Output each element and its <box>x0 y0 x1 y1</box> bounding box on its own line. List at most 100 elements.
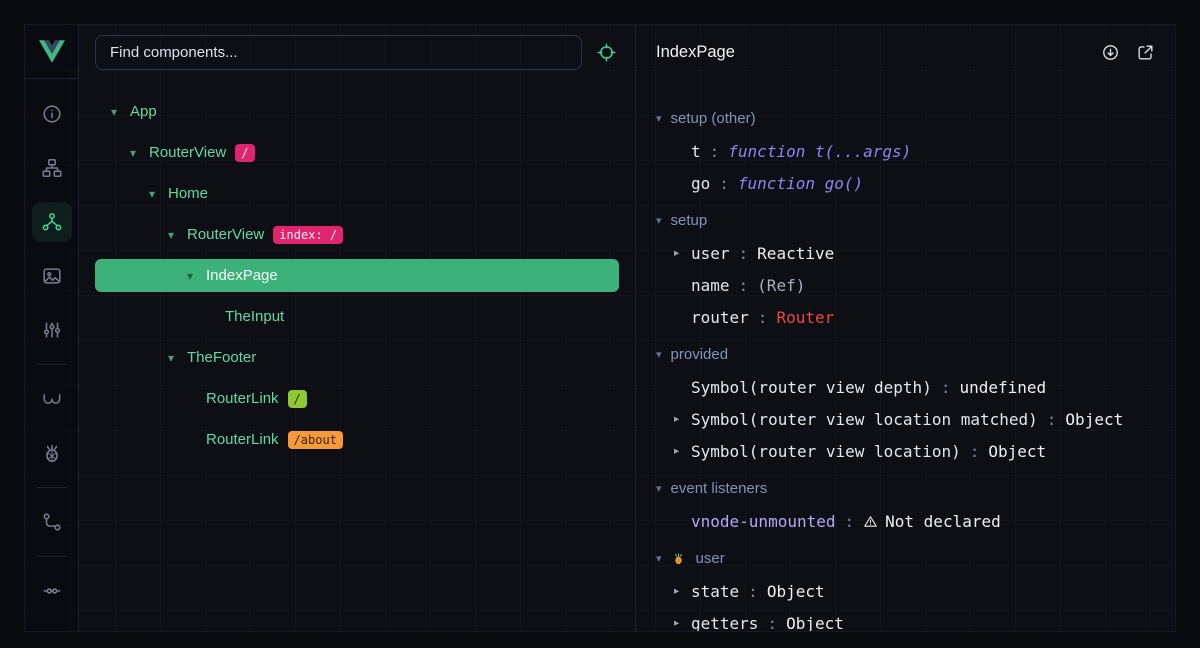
search-input[interactable] <box>95 35 582 70</box>
chevron-right-icon[interactable]: ▸ <box>674 413 691 425</box>
chevron-right-icon[interactable]: ▸ <box>674 445 691 457</box>
section-header[interactable]: ▾ setup (other) <box>656 101 1175 135</box>
chevron-down-icon: ▾ <box>656 214 662 227</box>
state-key: t <box>691 142 701 161</box>
component-name: IndexPage <box>206 267 278 284</box>
section-header[interactable]: ▾ event listeners <box>656 471 1175 505</box>
route-badge: / <box>235 144 254 162</box>
state-row[interactable]: ▸ Symbol(router view location) : Object <box>656 435 1175 467</box>
state-value: Not declared <box>885 512 1001 531</box>
section-label: setup (other) <box>671 110 756 127</box>
state-row[interactable]: ▸ state : Object <box>656 575 1175 607</box>
tree-row-routerview[interactable]: ▾ RouterView / <box>95 136 619 169</box>
chevron-down-icon[interactable]: ▾ <box>187 269 206 283</box>
chevron-down-icon: ▾ <box>656 348 662 361</box>
tree-row-routerlink-home[interactable]: RouterLink / <box>95 382 619 415</box>
chevron-down-icon[interactable]: ▾ <box>168 228 187 242</box>
chevron-down-icon: ▾ <box>656 112 662 125</box>
section-label: user <box>696 550 725 567</box>
route-badge: /about <box>288 431 343 449</box>
component-name: RouterLink <box>206 390 279 407</box>
pinia-icon[interactable] <box>25 426 79 480</box>
state-value: Router <box>776 308 834 327</box>
state-value: Object <box>988 442 1046 461</box>
chevron-down-icon[interactable]: ▾ <box>130 146 149 160</box>
graph-icon[interactable] <box>25 495 79 549</box>
separator: : <box>845 512 855 531</box>
chevron-right-icon[interactable]: ▸ <box>674 585 691 597</box>
state-key: Symbol(router view location) <box>691 442 961 461</box>
component-name: TheFooter <box>187 349 256 366</box>
component-name: RouterView <box>149 144 226 161</box>
pinia-store-icon <box>671 551 686 566</box>
tree-row-routerview-index[interactable]: ▾ RouterView index: / <box>95 218 619 251</box>
state-key: getters <box>691 614 758 632</box>
state-value: Object <box>1065 410 1123 429</box>
vue-logo <box>25 25 78 79</box>
state-value: Object <box>786 614 844 632</box>
tree-row-home[interactable]: ▾ Home <box>95 177 619 210</box>
route-badge: index: / <box>273 226 343 244</box>
tree-row-theinput[interactable]: TheInput <box>95 300 619 333</box>
chevron-right-icon[interactable]: ▸ <box>674 617 691 629</box>
state-row: router : Router <box>656 301 1175 333</box>
section-label: setup <box>671 212 708 229</box>
section-label: provided <box>671 346 729 363</box>
state-row: go : function go() <box>656 167 1175 199</box>
separator: : <box>941 378 951 397</box>
hierarchy-icon[interactable] <box>25 141 79 195</box>
section-setup: ▾ setup ▸ user : Reactive name : (Ref) <box>656 203 1175 333</box>
timeline-icon[interactable] <box>25 372 79 426</box>
tree-topbar <box>79 25 635 79</box>
inspect-element-icon[interactable] <box>596 42 617 63</box>
state-value: function go() <box>738 174 863 193</box>
section-header[interactable]: ▾ provided <box>656 337 1175 371</box>
info-icon[interactable] <box>25 87 79 141</box>
chevron-down-icon[interactable]: ▾ <box>149 187 168 201</box>
sidebar <box>25 25 79 631</box>
section-header[interactable]: ▾ user <box>656 541 1175 575</box>
chevron-right-icon[interactable]: ▸ <box>674 247 691 259</box>
chevron-down-icon[interactable]: ▾ <box>168 351 187 365</box>
state-key: Symbol(router view depth) <box>691 378 932 397</box>
component-tree: ▾ App ▾ RouterView / ▾ Home ▾ RouterView… <box>79 79 635 631</box>
scroll-to-component-icon[interactable] <box>1101 43 1120 62</box>
tree-row-thefooter[interactable]: ▾ TheFooter <box>95 341 619 374</box>
state-key: router <box>691 308 749 327</box>
inspector-title: IndexPage <box>656 43 1101 62</box>
inspector-actions <box>1101 43 1155 62</box>
state-key: state <box>691 582 739 601</box>
image-icon[interactable] <box>25 249 79 303</box>
separator: : <box>748 582 758 601</box>
separator: : <box>739 276 749 295</box>
state-value: (Ref) <box>757 276 805 295</box>
state-row[interactable]: ▸ user : Reactive <box>656 237 1175 269</box>
settings-icon[interactable] <box>25 564 79 618</box>
tree-row-app[interactable]: ▾ App <box>95 95 619 128</box>
sidebar-divider <box>37 556 67 557</box>
route-badge: / <box>288 390 307 408</box>
open-in-editor-icon[interactable] <box>1136 43 1155 62</box>
state-row[interactable]: ▸ getters : Object <box>656 607 1175 631</box>
components-icon[interactable] <box>25 195 79 249</box>
sidebar-divider <box>37 364 67 365</box>
tree-row-routerlink-about[interactable]: RouterLink /about <box>95 423 619 456</box>
state-row: name : (Ref) <box>656 269 1175 301</box>
separator: : <box>767 614 777 632</box>
separator: : <box>970 442 980 461</box>
equalizer-icon[interactable] <box>25 303 79 357</box>
state-value: undefined <box>959 378 1046 397</box>
tree-row-indexpage-selected[interactable]: ▾ IndexPage <box>95 259 619 292</box>
section-header[interactable]: ▾ setup <box>656 203 1175 237</box>
state-row[interactable]: ▸ Symbol(router view location matched) :… <box>656 403 1175 435</box>
section-pinia-user: ▾ user ▸ state : Object ▸ getters : Obj <box>656 541 1175 631</box>
separator: : <box>710 142 720 161</box>
component-name: TheInput <box>225 308 284 325</box>
vue-devtools-window: ▾ App ▾ RouterView / ▾ Home ▾ RouterView… <box>24 24 1176 632</box>
state-key: name <box>691 276 730 295</box>
section-event-listeners: ▾ event listeners vnode-unmounted : Not … <box>656 471 1175 537</box>
inspector-body: ▾ setup (other) t : function t(...args) … <box>636 79 1175 631</box>
chevron-down-icon[interactable]: ▾ <box>111 105 130 119</box>
state-value: Reactive <box>757 244 834 263</box>
state-key: user <box>691 244 730 263</box>
